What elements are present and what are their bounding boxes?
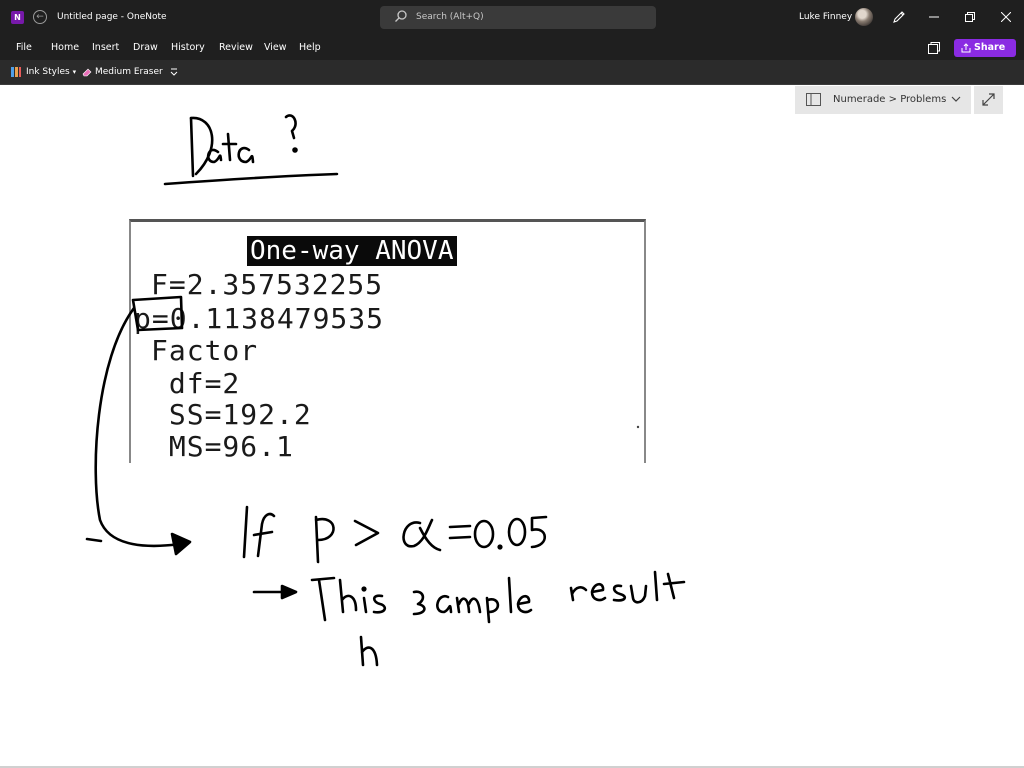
- share-button[interactable]: Share: [954, 39, 1016, 57]
- share-label: Share: [974, 42, 1006, 53]
- chevron-down-icon: ▾: [72, 68, 77, 76]
- onenote-app-icon: N: [11, 11, 24, 24]
- user-name[interactable]: Luke Finney: [799, 12, 852, 22]
- ink-condition-line: [242, 505, 548, 564]
- calculator-screenshot: One-way ANOVA F=2.357532255 p=0.11384795…: [129, 219, 646, 463]
- notebook-icon: [806, 93, 821, 106]
- restore-icon[interactable]: [958, 6, 982, 28]
- ink-styles-label: Ink Styles: [26, 67, 70, 77]
- notebook-breadcrumb-label: Numerade > Problems: [833, 94, 947, 105]
- customize-toolbar-icon[interactable]: [168, 66, 180, 78]
- window-title: Untitled page - OneNote: [57, 12, 167, 22]
- ink-tick: [85, 537, 103, 543]
- ink-sentence-line: [310, 570, 686, 624]
- back-icon[interactable]: ←: [33, 10, 47, 24]
- expand-icon: [982, 93, 995, 106]
- factor-heading: Factor: [151, 334, 259, 367]
- ms-line: MS=96.1: [151, 430, 294, 463]
- menu-history[interactable]: History: [171, 42, 205, 53]
- close-icon[interactable]: [994, 6, 1018, 28]
- search-placeholder: Search (Alt+Q): [416, 12, 484, 22]
- sticky-notes-icon[interactable]: [927, 41, 941, 55]
- notebook-breadcrumb[interactable]: Numerade > Problems: [795, 86, 971, 114]
- ink-word-data: [189, 116, 255, 178]
- menu-help[interactable]: Help: [299, 42, 321, 53]
- menu-review[interactable]: Review: [219, 42, 253, 53]
- expand-button[interactable]: [974, 86, 1003, 114]
- menu-insert[interactable]: Insert: [92, 42, 119, 53]
- minimize-icon[interactable]: [922, 6, 946, 28]
- menu-home[interactable]: Home: [51, 42, 79, 53]
- eraser-icon: [82, 68, 92, 77]
- ink-styles-icon: [11, 67, 21, 77]
- ink-partial-word: [359, 635, 379, 667]
- menu-view[interactable]: View: [264, 42, 287, 53]
- ink-toolbar: Ink Styles ▾ Medium Eraser: [0, 60, 1024, 85]
- ink-arrowhead: [170, 532, 192, 556]
- ink-question-mark: [284, 114, 298, 153]
- f-statistic-line: F=2.357532255: [151, 268, 384, 301]
- menu-file[interactable]: File: [16, 42, 32, 53]
- pen-icon[interactable]: [891, 9, 907, 25]
- df-line: df=2: [151, 367, 241, 400]
- share-icon: [961, 43, 971, 53]
- ink-small-arrowhead: [280, 584, 298, 600]
- ink-underline: [163, 172, 339, 186]
- eraser-button[interactable]: Medium Eraser: [95, 67, 163, 77]
- anova-title: One-way ANOVA: [247, 236, 457, 266]
- chevron-down-icon: [951, 96, 961, 102]
- avatar[interactable]: [855, 8, 873, 26]
- ink-styles-button[interactable]: Ink Styles ▾: [26, 67, 76, 77]
- ss-line: SS=192.2: [151, 398, 312, 431]
- title-bar: N ← Untitled page - OneNote Search (Alt+…: [0, 0, 1024, 36]
- p-value-line: p=0.1138479535: [134, 302, 385, 335]
- search-icon: [395, 10, 407, 22]
- menu-draw[interactable]: Draw: [133, 42, 158, 53]
- menu-bar: File Home Insert Draw History Review Vie…: [0, 36, 1024, 60]
- search-input[interactable]: Search (Alt+Q): [380, 6, 656, 29]
